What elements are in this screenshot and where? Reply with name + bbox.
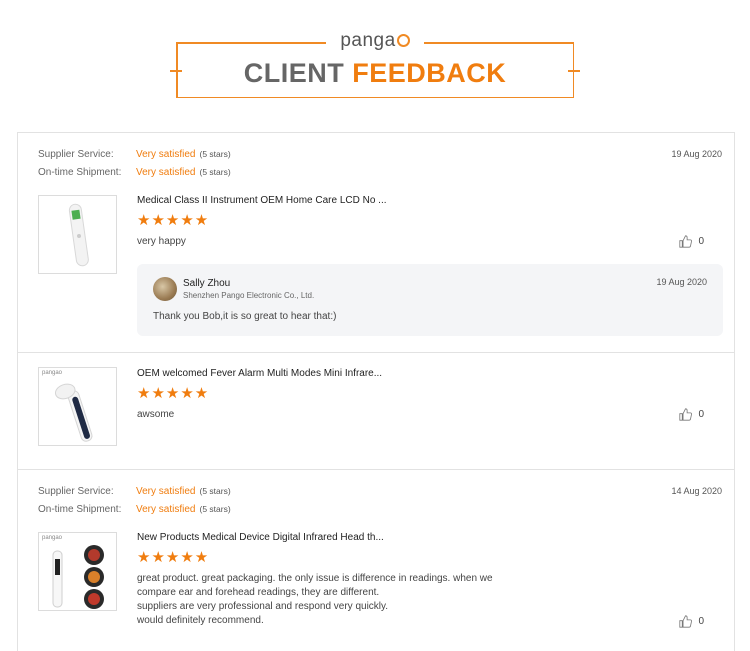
reviews-panel: Supplier Service: Very satisfied (5 stars)… bbox=[17, 132, 735, 651]
comment-line: great product. great packaging. the only… bbox=[137, 573, 493, 584]
review-item: Supplier Service: Very satisfied (5 stars)… bbox=[18, 133, 734, 353]
thermometer-image bbox=[54, 383, 93, 442]
supplier-service-rating: Supplier Service: Very satisfied (5 stars) bbox=[38, 149, 231, 160]
reply-date: 19 Aug 2020 bbox=[656, 277, 707, 287]
like-button[interactable]: 0 bbox=[679, 235, 704, 248]
star-rating: ★★★★★ bbox=[137, 212, 210, 229]
review-comment: very happy bbox=[137, 236, 186, 247]
product-thumbnail[interactable] bbox=[38, 195, 117, 274]
supplier-service-rating: Supplier Service: Very satisfied (5 stars) bbox=[38, 486, 231, 497]
reply-author: Sally Zhou bbox=[183, 278, 231, 289]
review-comment: awsome bbox=[137, 409, 175, 420]
product-thumbnail[interactable]: pangao bbox=[38, 367, 117, 446]
pangao-logo: panga bbox=[0, 30, 750, 52]
product-title-link[interactable]: Medical Class II Instrument OEM Home Car… bbox=[137, 195, 387, 206]
product-title-link[interactable]: OEM welcomed Fever Alarm Multi Modes Min… bbox=[137, 368, 382, 379]
review-date: 19 Aug 2020 bbox=[671, 149, 722, 159]
reply-text: Thank you Bob,it is so great to hear tha… bbox=[153, 311, 337, 322]
thermometer-image bbox=[52, 545, 104, 609]
review-item: pangao OEM welcomed Fever Alarm Multi Mo… bbox=[18, 353, 734, 470]
shipment-rating: On-time Shipment: Very satisfied (5 stars) bbox=[38, 504, 231, 515]
like-count: 0 bbox=[698, 236, 704, 247]
comment-line: suppliers are very professional and resp… bbox=[137, 601, 389, 612]
review-item: Supplier Service: Very satisfied (5 stars)… bbox=[18, 470, 734, 651]
product-thumbnail[interactable]: pangao bbox=[38, 532, 117, 611]
thumbnail-brand-label: pangao bbox=[42, 370, 63, 376]
like-count: 0 bbox=[698, 409, 704, 420]
avatar bbox=[153, 277, 177, 301]
thumbnail-brand-label: pangao bbox=[42, 535, 63, 541]
shipment-rating: On-time Shipment: Very satisfied (5 stars) bbox=[38, 167, 231, 178]
comment-line: compare ear and forehead readings, they … bbox=[137, 587, 380, 598]
like-button[interactable]: 0 bbox=[679, 408, 704, 421]
thumbs-up-icon bbox=[679, 235, 693, 248]
supplier-reply: Sally Zhou Shenzhen Pango Electronic Co.… bbox=[137, 264, 723, 336]
comment-line: would definitely recommend. bbox=[137, 615, 264, 626]
review-date: 14 Aug 2020 bbox=[671, 486, 722, 496]
thermometer-image bbox=[68, 203, 89, 267]
thumbs-up-icon bbox=[679, 615, 693, 628]
like-button[interactable]: 0 bbox=[679, 615, 704, 628]
reply-company: Shenzhen Pango Electronic Co., Ltd. bbox=[183, 291, 315, 300]
thumbs-up-icon bbox=[679, 408, 693, 421]
page-title: CLIENT FEEDBACK bbox=[243, 58, 507, 88]
star-rating: ★★★★★ bbox=[137, 385, 210, 402]
review-comment: great product. great packaging. the only… bbox=[137, 572, 537, 628]
like-count: 0 bbox=[698, 616, 704, 627]
product-title-link[interactable]: New Products Medical Device Digital Infr… bbox=[137, 532, 384, 543]
star-rating: ★★★★★ bbox=[137, 549, 210, 566]
